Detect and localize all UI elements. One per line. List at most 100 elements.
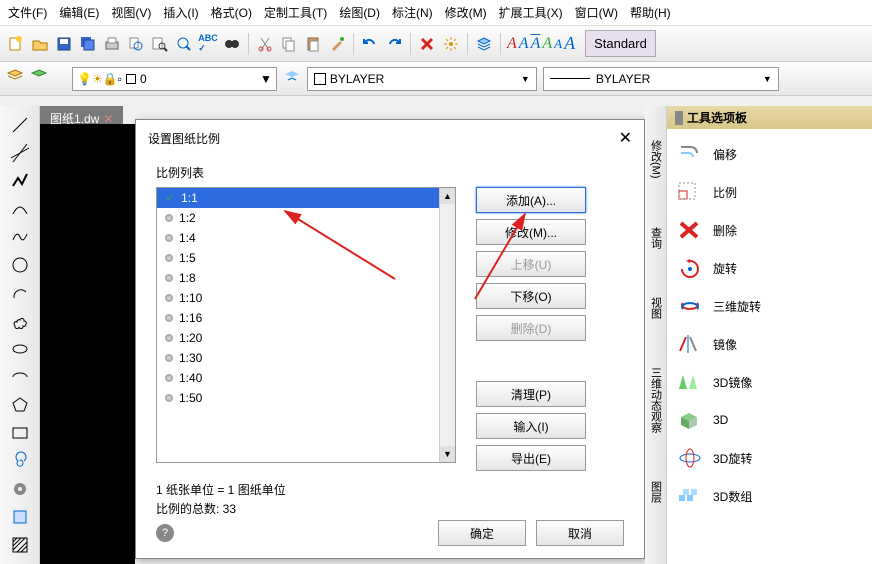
matchprop-icon[interactable] [327,34,347,54]
list-item[interactable]: 1:30 [157,348,455,368]
menu-item[interactable]: 插入(I) [163,4,198,21]
hatch-icon[interactable] [9,534,31,556]
delete-button[interactable]: 删除(D) [476,315,586,341]
export-button[interactable]: 导出(E) [476,445,586,471]
block-icon[interactable] [9,506,31,528]
scroll-down-icon[interactable]: ▼ [440,446,455,462]
spell-icon[interactable]: ABC✓ [198,34,218,54]
menu-item[interactable]: 扩展工具(X) [499,4,563,21]
spline-icon[interactable] [9,226,31,248]
arc-icon[interactable] [9,198,31,220]
tool-item[interactable]: 镜像 [671,325,868,363]
arc2-icon[interactable] [9,282,31,304]
save-icon[interactable] [54,34,74,54]
tool-item[interactable]: 3D旋转 [671,439,868,477]
modify-button[interactable]: 修改(M)... [476,219,586,245]
polygon-icon[interactable] [9,394,31,416]
menu-item[interactable]: 标注(N) [392,4,433,21]
open-icon[interactable] [30,34,50,54]
list-item[interactable]: 1:20 [157,328,455,348]
import-button[interactable]: 输入(I) [476,413,586,439]
list-item[interactable]: 1:4 [157,228,455,248]
list-item[interactable]: 1:2 [157,208,455,228]
list-item[interactable]: 1:50 [157,388,455,408]
layer-prev-icon[interactable] [283,68,301,89]
preview-icon[interactable] [126,34,146,54]
ellipsearc-icon[interactable] [9,366,31,388]
tool-item[interactable]: 旋转 [671,249,868,287]
list-item[interactable]: ✓1:1 [157,188,455,208]
tool-item[interactable]: 三维旋转 [671,287,868,325]
list-item[interactable]: 1:10 [157,288,455,308]
erase-icon[interactable] [417,34,437,54]
circle-icon[interactable] [9,254,31,276]
chevron-down-icon[interactable]: ▼ [260,72,272,86]
ellipse-icon[interactable] [9,338,31,360]
revcloud-icon[interactable] [9,310,31,332]
chevron-down-icon[interactable]: ▼ [763,74,772,84]
layer-combo[interactable]: 💡 ☀ 🔒 ▫ ▼ [72,67,277,91]
layer-states-icon[interactable] [30,68,48,89]
paste-icon[interactable] [303,34,323,54]
rect-icon[interactable] [9,422,31,444]
cancel-button[interactable]: 取消 [536,520,624,546]
saveall-icon[interactable] [78,34,98,54]
chevron-down-icon[interactable]: ▼ [521,74,530,84]
menu-item[interactable]: 定制工具(T) [264,4,327,21]
find-icon[interactable] [150,34,170,54]
layer-name-input[interactable] [140,72,260,86]
tool-item[interactable]: 3D数组 [671,477,868,515]
new-icon[interactable] [6,34,26,54]
tool-item[interactable]: 偏移 [671,135,868,173]
clear-button[interactable]: 清理(P) [476,381,586,407]
undo-icon[interactable] [360,34,380,54]
xline-icon[interactable] [9,142,31,164]
list-item[interactable]: 1:8 [157,268,455,288]
ok-button[interactable]: 确定 [438,520,526,546]
help-icon[interactable]: ? [156,524,174,542]
vtab[interactable]: 图层 [646,477,666,507]
style-combo[interactable]: Standard [585,30,656,57]
scale-listbox[interactable]: ✓1:1 1:2 1:4 1:5 1:8 1:10 1:16 1:20 1:30… [156,187,456,463]
zoom-icon[interactable] [174,34,194,54]
line-icon[interactable] [9,114,31,136]
menu-item[interactable]: 帮助(H) [630,4,671,21]
explode-icon[interactable] [441,34,461,54]
list-item[interactable]: 1:40 [157,368,455,388]
menu-item[interactable]: 窗口(W) [575,4,618,21]
text-style-icons[interactable]: AAAAAA [507,33,575,54]
vtab[interactable]: 视图 [646,293,666,323]
cut-icon[interactable] [255,34,275,54]
spiral-icon[interactable] [9,450,31,472]
menu-item[interactable]: 格式(O) [211,4,252,21]
menu-item[interactable]: 修改(M) [445,4,487,21]
plot-icon[interactable] [102,34,122,54]
menu-item[interactable]: 绘图(D) [339,4,380,21]
copy-icon[interactable] [279,34,299,54]
linetype-combo[interactable]: BYLAYER ▼ [543,67,779,91]
list-item[interactable]: 1:16 [157,308,455,328]
tool-item[interactable]: 3D镜像 [671,363,868,401]
list-item[interactable]: 1:5 [157,248,455,268]
drawing-canvas[interactable] [40,124,135,564]
vtab[interactable]: 修改(M) [646,136,666,183]
add-button[interactable]: 添加(A)... [476,187,586,213]
color-combo[interactable]: BYLAYER ▼ [307,67,537,91]
menu-item[interactable]: 编辑(E) [59,4,99,21]
tool-item[interactable]: 删除 [671,211,868,249]
scrollbar[interactable]: ▲▼ [439,188,455,462]
pline-icon[interactable] [9,170,31,192]
donut-icon[interactable] [9,478,31,500]
tool-item[interactable]: 3D [671,401,868,439]
vtab[interactable]: 查询 [646,223,666,253]
tool-item[interactable]: 比例 [671,173,868,211]
moveup-button[interactable]: 上移(U) [476,251,586,277]
menu-item[interactable]: 文件(F) [8,4,47,21]
binoculars-icon[interactable] [222,34,242,54]
vtab[interactable]: 三维动态观察 [646,363,666,437]
movedown-button[interactable]: 下移(O) [476,283,586,309]
redo-icon[interactable] [384,34,404,54]
scroll-up-icon[interactable]: ▲ [440,188,455,204]
close-icon[interactable]: ✕ [619,128,632,148]
layer-manager-icon[interactable] [6,68,24,89]
